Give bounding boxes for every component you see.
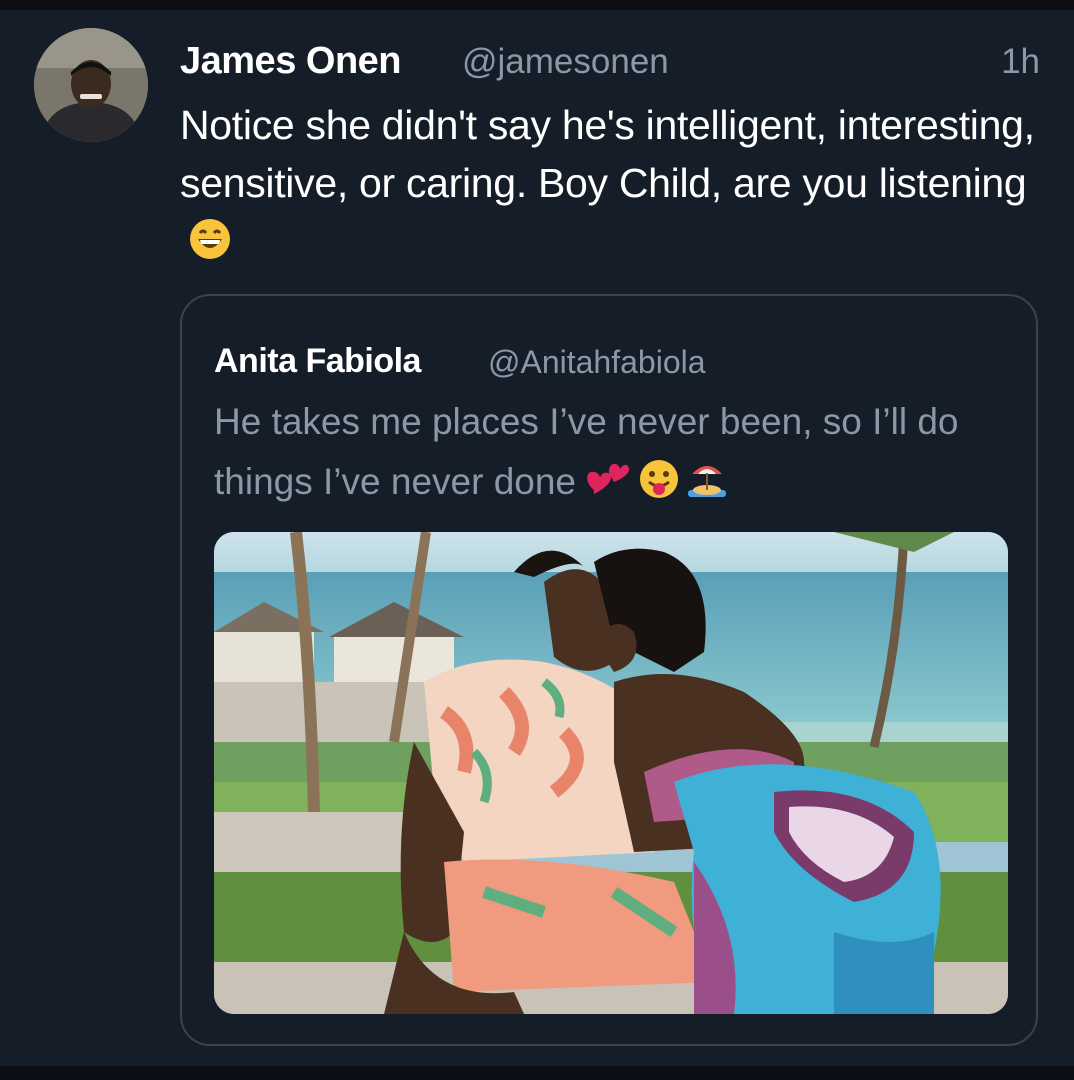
grinning-face-with-smiling-eyes-icon bbox=[188, 217, 232, 276]
face-with-tongue-icon bbox=[638, 458, 680, 518]
quoted-author-handle[interactable]: @Anitahfabiola bbox=[488, 344, 706, 381]
couple-on-beach-photo[interactable] bbox=[214, 532, 1008, 1014]
tweet-timestamp[interactable]: 1h bbox=[1001, 42, 1040, 82]
top-bar bbox=[0, 0, 1074, 10]
avatar-image bbox=[34, 28, 148, 142]
quoted-author-name[interactable]: Anita Fabiola bbox=[214, 342, 421, 381]
bottom-bar bbox=[0, 1066, 1074, 1080]
author-avatar[interactable] bbox=[34, 28, 148, 142]
photo-illustration bbox=[214, 532, 1008, 1014]
two-hearts-icon bbox=[584, 458, 632, 518]
tweet-body: Notice she didn't say he's intelligent, … bbox=[180, 96, 1060, 276]
tweet-header: James Onen @jamesonen 1h bbox=[180, 36, 1050, 92]
quoted-tweet-body: He takes me places I’ve never been, so I… bbox=[214, 392, 1014, 518]
author-handle[interactable]: @jamesonen bbox=[462, 42, 669, 82]
tweet-text: Notice she didn't say he's intelligent, … bbox=[180, 102, 1035, 206]
author-name[interactable]: James Onen bbox=[180, 40, 402, 83]
desert-island-icon bbox=[686, 458, 728, 518]
quoted-tweet-card[interactable]: Anita Fabiola @Anitahfabiola He takes me… bbox=[180, 294, 1038, 1046]
